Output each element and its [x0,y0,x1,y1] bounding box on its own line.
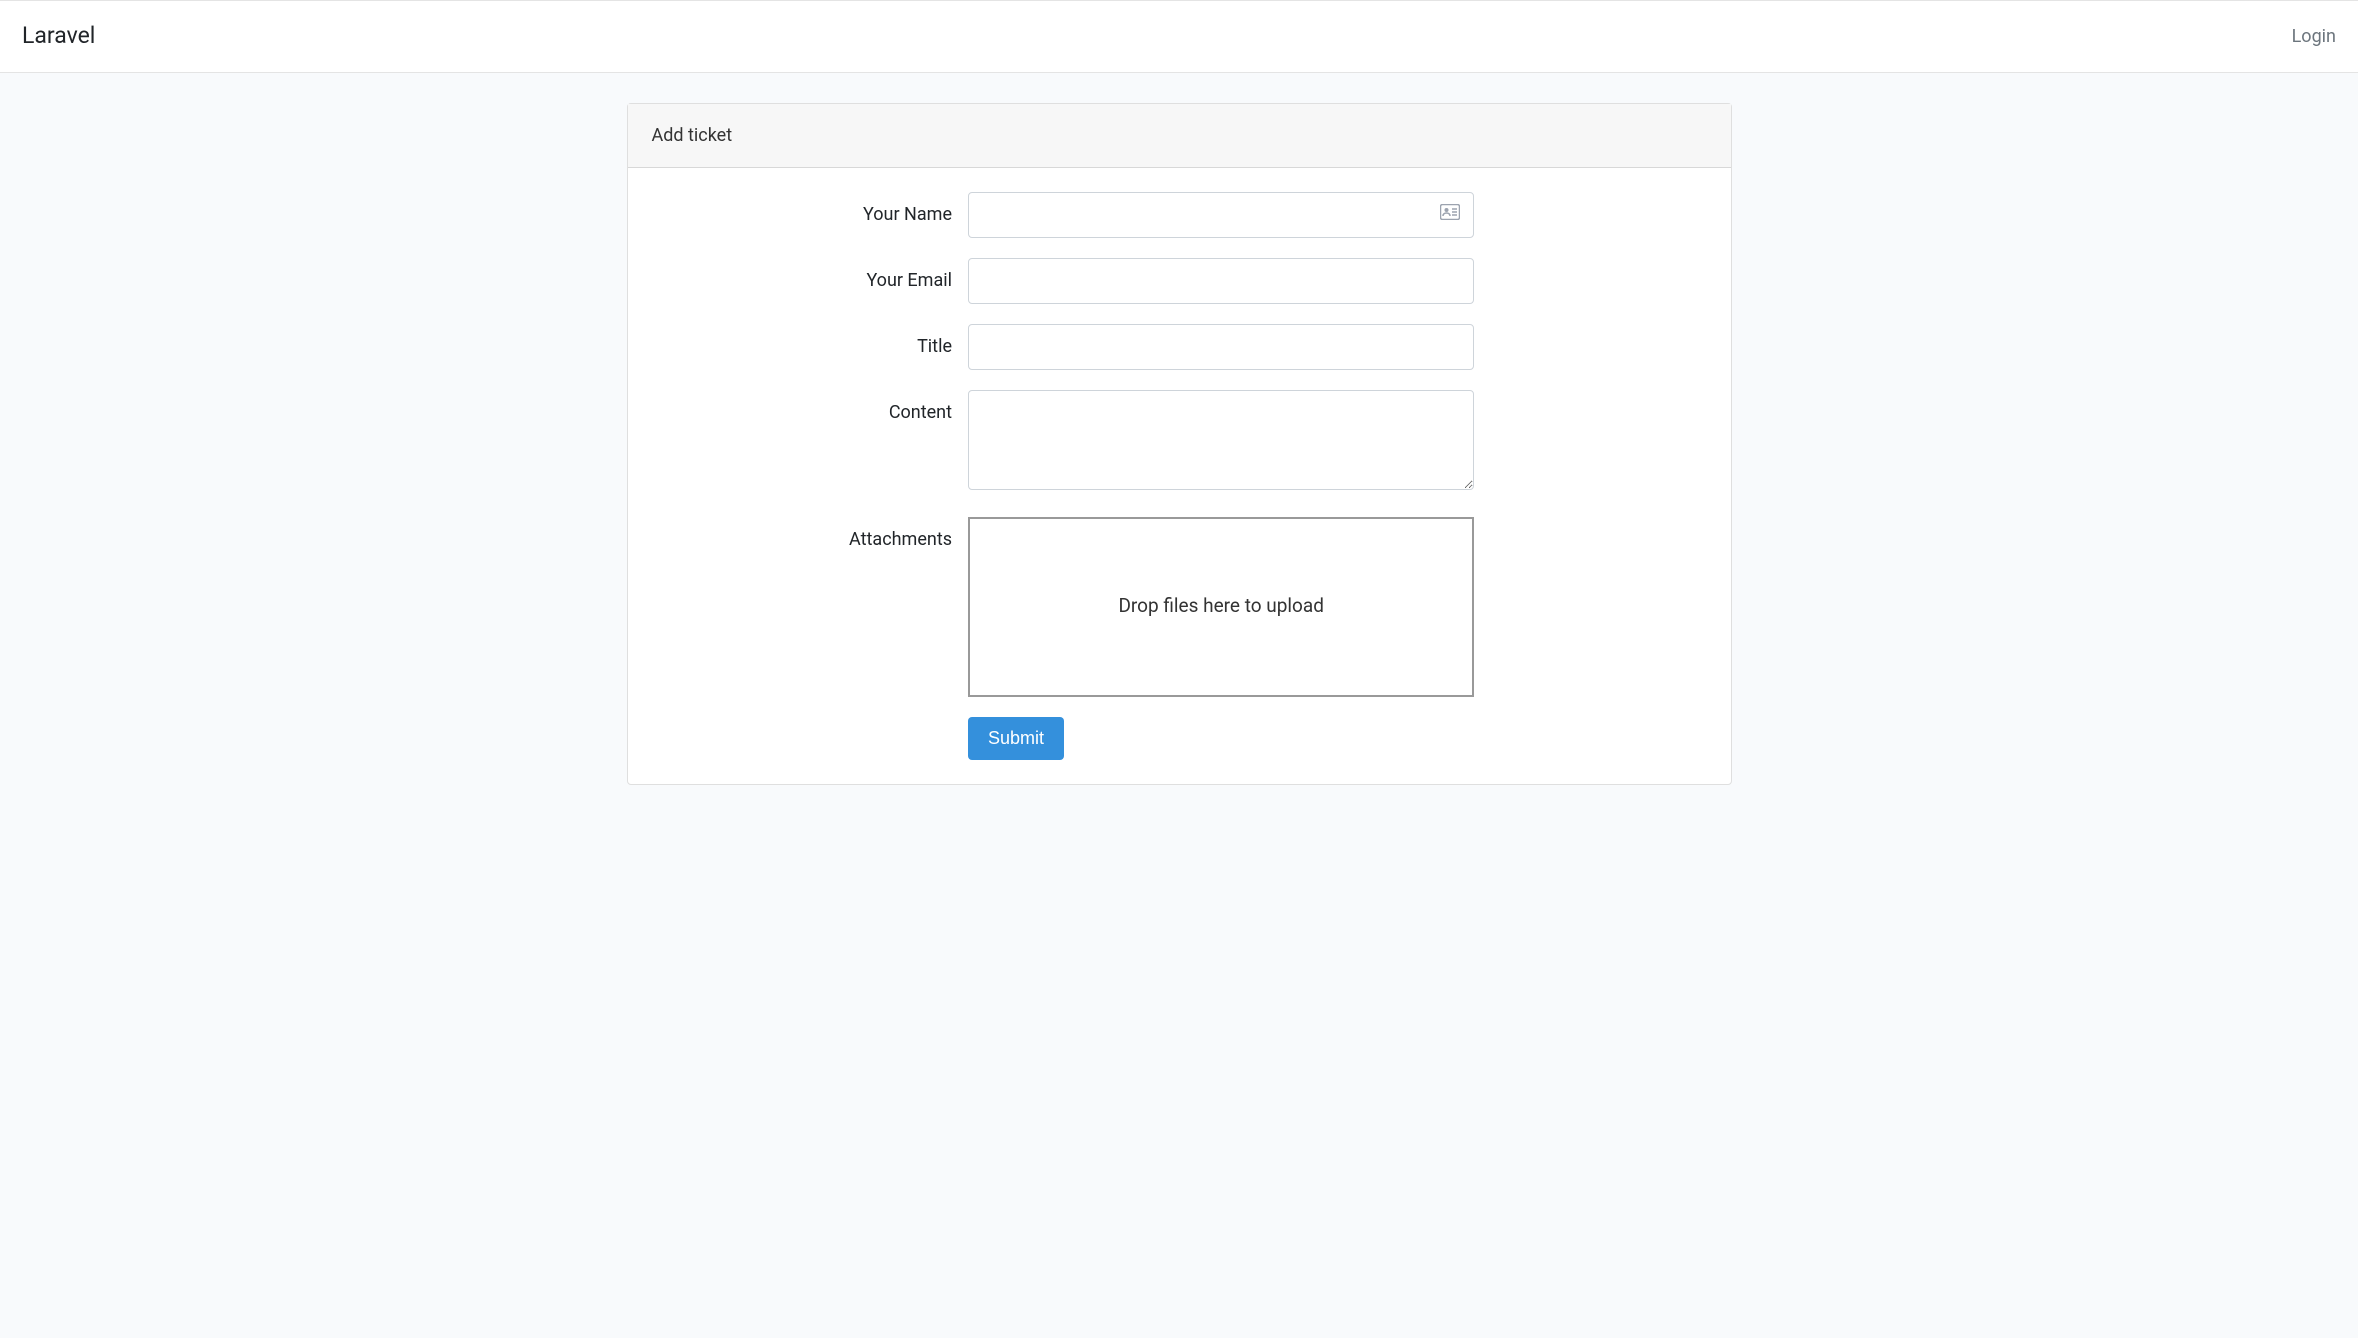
dropzone-text: Drop files here to upload [1118,592,1324,621]
add-ticket-card: Add ticket Your Name [627,103,1732,785]
form-group-content: Content [652,390,1707,497]
submit-row: Submit [652,717,1707,760]
attachments-label: Attachments [652,517,969,553]
content-label: Content [652,390,969,426]
email-label: Your Email [652,258,969,294]
name-input[interactable] [968,192,1474,238]
navbar-brand[interactable]: Laravel [22,19,95,54]
title-field-wrapper [968,324,1474,370]
form-group-title: Title [652,324,1707,370]
navbar: Laravel Login [0,0,2358,73]
email-field-wrapper [968,258,1474,304]
content-field-wrapper [968,390,1474,497]
login-link[interactable]: Login [2292,23,2336,50]
form-group-email: Your Email [652,258,1707,304]
form-group-attachments: Attachments Drop files here to upload [652,517,1707,697]
attachments-field-wrapper: Drop files here to upload [968,517,1474,697]
title-label: Title [652,324,969,360]
submit-button[interactable]: Submit [968,717,1064,760]
card-body: Your Name [628,168,1731,784]
main-container: Add ticket Your Name [612,103,1747,785]
name-label: Your Name [652,192,969,228]
submit-wrapper: Submit [968,717,1064,760]
content-textarea[interactable] [968,390,1474,490]
name-field-wrapper [968,192,1474,238]
title-input[interactable] [968,324,1474,370]
dropzone[interactable]: Drop files here to upload [968,517,1474,697]
email-input[interactable] [968,258,1474,304]
submit-offset [652,717,969,760]
form-group-name: Your Name [652,192,1707,238]
card-header: Add ticket [628,104,1731,168]
